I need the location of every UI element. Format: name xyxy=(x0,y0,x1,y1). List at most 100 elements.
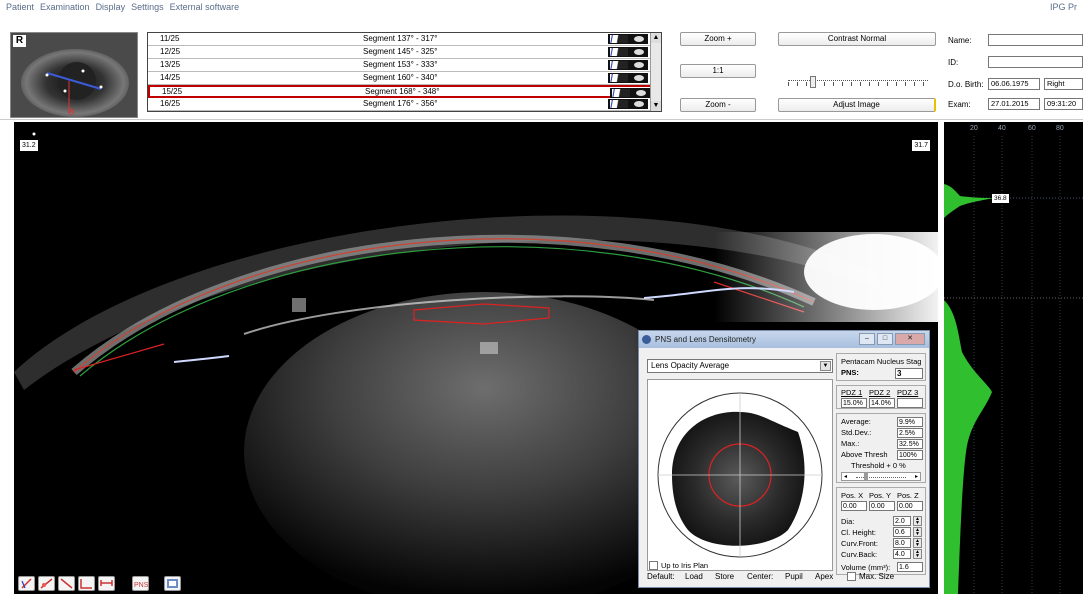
eye-side-field[interactable]: Right xyxy=(1044,78,1083,90)
pdz2-value: 14.0% xyxy=(869,398,895,408)
stddev-value: 2.5% xyxy=(897,428,923,438)
id-field[interactable] xyxy=(988,56,1083,68)
pupil-button[interactable]: Pupil xyxy=(785,571,803,582)
close-icon[interactable]: ✕ xyxy=(895,333,925,345)
angle-tool-icon[interactable] xyxy=(78,576,95,591)
exam-date-field[interactable]: 27.01.2015 xyxy=(988,98,1040,110)
segment-row-selected[interactable]: 15/25 Segment 168° - 348° xyxy=(148,85,661,98)
curv-back-spinner-icon[interactable]: ▲ ▼ xyxy=(913,549,922,559)
scroll-up-icon[interactable]: ▲ xyxy=(651,33,661,43)
pdz3-value xyxy=(897,398,923,408)
pns-box: Pentacam Nucleus Stag PNS: 3 xyxy=(836,353,926,381)
densitometry-mode-dropdown[interactable]: Lens Opacity Average ▼ xyxy=(647,359,833,373)
maximize-icon[interactable]: □ xyxy=(877,333,893,345)
profile-tick: 40 xyxy=(998,125,1006,132)
pdz1-header[interactable]: PDZ 1 xyxy=(841,388,862,397)
slider-track xyxy=(788,80,928,81)
segment-label: Segment 168° - 348° xyxy=(365,87,440,96)
segment-row[interactable]: 13/25 Segment 153° - 333° xyxy=(148,59,661,72)
load-button[interactable]: Load xyxy=(685,571,703,582)
profile-marker-label: 36.8 xyxy=(992,194,1009,203)
adjust-image-button[interactable]: Adjust Image xyxy=(778,98,936,112)
segment-row[interactable]: 14/25 Segment 160° - 340° xyxy=(148,72,661,85)
exam-time-field[interactable]: 09:31:20 xyxy=(1044,98,1083,110)
corner-label-left: 31.2 xyxy=(20,140,38,151)
segment-id: 15/25 xyxy=(162,87,183,96)
center-label: Center: xyxy=(747,572,774,581)
average-label: Average: xyxy=(841,417,871,426)
cl-height-value[interactable]: 0.6 xyxy=(893,527,911,537)
slider-thumb[interactable] xyxy=(864,473,868,480)
line-tool-icon[interactable] xyxy=(58,576,75,591)
average-value: 9.9% xyxy=(897,417,923,427)
slider-thumb[interactable] xyxy=(810,76,816,88)
up-to-iris-checkbox[interactable] xyxy=(649,561,658,570)
stats-box: Average: 9.9% Std.Dev.: 2.5% Max.: 32.5%… xyxy=(836,413,926,483)
segment-label: Segment 176° - 356° xyxy=(363,99,438,108)
max-size-checkbox[interactable] xyxy=(847,572,856,581)
segment-thumbnail xyxy=(608,34,648,44)
export-tool-icon[interactable] xyxy=(164,576,181,591)
menu-examination[interactable]: Examination xyxy=(40,2,90,12)
pointer-tool-icon[interactable] xyxy=(18,576,35,591)
contrast-slider[interactable] xyxy=(782,76,934,96)
segment-thumbnail xyxy=(608,73,648,83)
app-icon xyxy=(642,335,651,344)
minimize-icon[interactable]: – xyxy=(859,333,875,345)
slider-right-icon[interactable]: ▸ xyxy=(915,473,918,480)
segment-row[interactable]: 16/25 Segment 176° - 356° xyxy=(148,98,661,111)
slider-ticks xyxy=(788,82,928,86)
up-to-iris-label: Up to Iris Plan xyxy=(661,561,709,570)
curv-front-value[interactable]: 8.0 xyxy=(893,538,911,548)
segment-row[interactable]: 11/25 Segment 137° - 317° xyxy=(148,33,661,46)
dia-spinner-icon[interactable]: ▲ ▼ xyxy=(913,516,922,526)
slider-left-icon[interactable]: ◂ xyxy=(844,473,847,480)
name-field[interactable] xyxy=(988,34,1083,46)
dialog-title-bar[interactable]: PNS and Lens Densitometry – □ ✕ xyxy=(639,331,929,348)
scroll-down-icon[interactable]: ▼ xyxy=(651,101,661,111)
apex-button[interactable]: Apex xyxy=(815,571,833,582)
dia-value[interactable]: 2.0 xyxy=(893,516,911,526)
menu-patient[interactable]: Patient xyxy=(6,2,34,12)
patient-info: Name: ID: D.o. Birth: 06.06.1975 Right E… xyxy=(940,32,1083,132)
densitometry-map-graphic xyxy=(657,392,823,558)
zoom-out-button[interactable]: Zoom - xyxy=(680,98,756,112)
chevron-down-icon[interactable]: ▼ xyxy=(820,361,831,371)
zoom-in-button[interactable]: Zoom + xyxy=(680,32,756,46)
density-profile-panel[interactable]: 20 40 60 80 36.8 xyxy=(944,122,1083,594)
menu-display[interactable]: Display xyxy=(96,2,126,12)
pdz2-header[interactable]: PDZ 2 xyxy=(869,388,890,397)
dia-label: Dia: xyxy=(841,517,855,526)
pos-z-header: Pos. Z xyxy=(897,491,919,500)
segment-list-scrollbar[interactable]: ▲ ▼ xyxy=(650,33,661,111)
profile-tick: 60 xyxy=(1028,125,1036,132)
segment-label: Segment 153° - 333° xyxy=(363,60,438,69)
curv-back-value[interactable]: 4.0 xyxy=(893,549,911,559)
menu-external-software[interactable]: External software xyxy=(170,2,240,12)
dob-field[interactable]: 06.06.1975 xyxy=(988,78,1040,90)
distance-tool-icon[interactable] xyxy=(98,576,115,591)
cl-height-spinner-icon[interactable]: ▲ ▼ xyxy=(913,527,922,537)
store-button[interactable]: Store xyxy=(715,571,734,582)
segment-thumbnail xyxy=(610,88,650,98)
pentacam-label: Pentacam Nucleus Stag xyxy=(841,357,922,366)
curv-front-spinner-icon[interactable]: ▲ ▼ xyxy=(913,538,922,548)
pdz3-header[interactable]: PDZ 3 xyxy=(897,388,918,397)
dialog-footer: Default: Load Store Center: Pupil Apex M… xyxy=(643,571,929,583)
measure-tool-icon[interactable] xyxy=(38,576,55,591)
menu-settings[interactable]: Settings xyxy=(131,2,164,12)
pos-x-value: 0.00 xyxy=(841,501,867,511)
zoom-reset-button[interactable]: 1:1 xyxy=(680,64,756,78)
threshold-slider[interactable]: ◂ ▸ xyxy=(841,472,921,481)
densitometry-map[interactable] xyxy=(647,379,833,571)
densitometry-dialog[interactable]: PNS and Lens Densitometry – □ ✕ Lens Opa… xyxy=(638,330,930,588)
pns-tool-icon[interactable]: PNS xyxy=(132,576,149,591)
corner-label-right: 31.7 xyxy=(912,140,930,151)
contrast-normal-button[interactable]: Contrast Normal xyxy=(778,32,936,46)
dob-label: D.o. Birth: xyxy=(948,80,984,89)
menu-right-label[interactable]: IPG Pr xyxy=(1050,2,1077,12)
eye-overview-thumbnail[interactable]: 8 R xyxy=(10,32,138,118)
segment-label: Segment 160° - 340° xyxy=(363,73,438,82)
segment-list[interactable]: 11/25 Segment 137° - 317° 12/25 Segment 14… xyxy=(147,32,662,112)
segment-row[interactable]: 12/25 Segment 145° - 325° xyxy=(148,46,661,59)
